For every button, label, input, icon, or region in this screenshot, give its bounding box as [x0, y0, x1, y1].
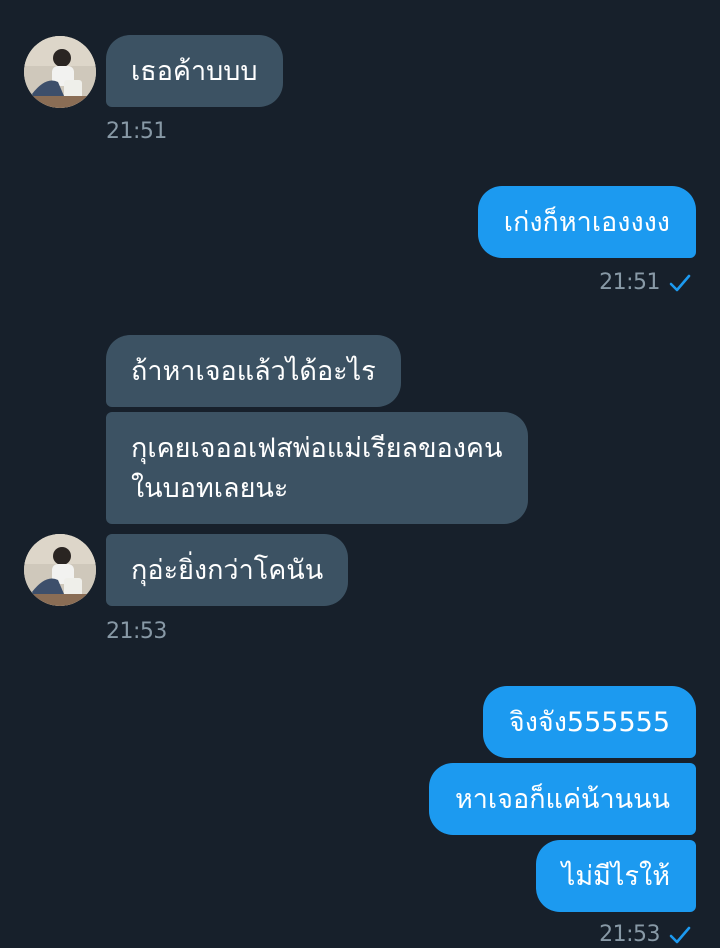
received-message[interactable]: เธอค้าบบบ — [106, 35, 283, 107]
avatar-photo — [24, 534, 96, 606]
avatar[interactable] — [24, 534, 96, 606]
message-timestamp: 21:53 — [106, 619, 167, 644]
message-timestamp: 21:53 — [599, 922, 660, 947]
avatar-photo — [24, 36, 96, 108]
received-message[interactable]: กุอ่ะยิ่งกว่าโคนัน — [106, 534, 349, 606]
checkmark-icon — [669, 926, 691, 944]
received-message[interactable]: กุเคยเจออเฟสพ่อแม่เรียลของคนในบอทเลยนะ — [106, 412, 528, 524]
sent-message[interactable]: จิงจัง555555 — [482, 686, 696, 758]
message-timestamp: 21:51 — [599, 270, 660, 295]
received-message[interactable]: ถ้าหาเจอแล้วได้อะไร — [106, 335, 401, 407]
checkmark-icon — [669, 274, 691, 292]
sent-status: 21:53 — [599, 922, 692, 948]
sent-status: 21:51 — [599, 270, 692, 296]
message-timestamp: 21:51 — [106, 119, 167, 144]
avatar[interactable] — [24, 36, 96, 108]
sent-message[interactable]: ไม่มีไรให้ — [535, 840, 696, 912]
sent-message[interactable]: หาเจอก็แค่น้านนน — [428, 763, 696, 835]
sent-message[interactable]: เก่งก็หาเองงงง — [477, 186, 696, 258]
